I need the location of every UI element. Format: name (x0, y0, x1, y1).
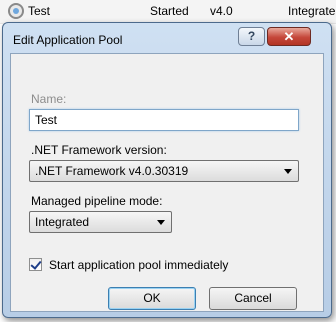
ok-button[interactable]: OK (108, 287, 196, 310)
edit-app-pool-dialog: Edit Application Pool ? ✕ Name: Test .NE… (2, 22, 332, 318)
cancel-button[interactable]: Cancel (209, 287, 297, 310)
dropdown-arrow-icon (157, 220, 165, 225)
row-version: v4.0 (210, 4, 233, 18)
framework-select[interactable]: .NET Framework v4.0.30319 (29, 160, 299, 182)
help-icon[interactable]: ? (238, 27, 265, 46)
start-immediately-label[interactable]: Start application pool immediately (49, 258, 228, 272)
framework-label: .NET Framework version: (31, 143, 167, 157)
framework-selected-value: .NET Framework v4.0.30319 (35, 164, 189, 178)
row-status: Started (150, 4, 189, 18)
title-bar[interactable]: Edit Application Pool ? ✕ (3, 23, 331, 53)
dialog-client-area: Name: Test .NET Framework version: .NET … (10, 53, 324, 312)
dialog-title: Edit Application Pool (13, 33, 123, 47)
start-immediately-checkbox[interactable] (29, 258, 42, 271)
app-pool-icon (8, 3, 24, 19)
row-pipeline: Integrate (288, 4, 336, 18)
row-name: Test (28, 4, 51, 18)
dropdown-arrow-icon (284, 169, 292, 174)
close-icon[interactable]: ✕ (267, 27, 311, 46)
pipeline-label: Managed pipeline mode: (31, 194, 163, 208)
name-label: Name: (31, 92, 67, 106)
pipeline-selected-value: Integrated (35, 215, 90, 229)
name-field[interactable]: Test (29, 109, 299, 131)
app-pool-list-row[interactable]: Test Started v4.0 Integrate (0, 0, 336, 24)
pipeline-select[interactable]: Integrated (29, 211, 172, 233)
